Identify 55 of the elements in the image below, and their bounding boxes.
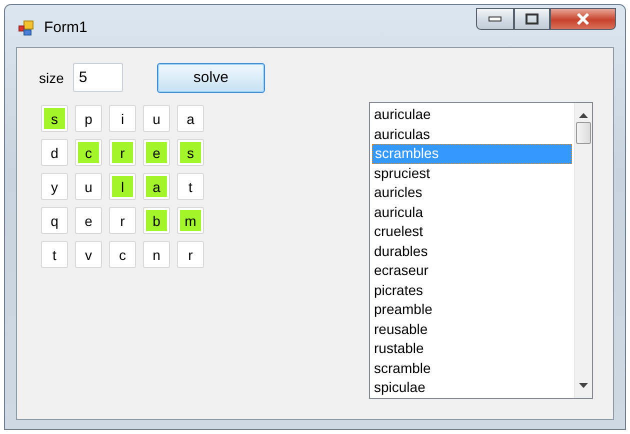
word-list-item[interactable]: picrates [372,280,572,300]
word-list-item[interactable]: auriculae [372,105,572,124]
word-list-item[interactable]: auricles [372,183,572,202]
letter-tile: u [143,105,170,132]
letter-tile: a [143,173,170,200]
solve-button[interactable]: solve [156,62,265,92]
letter-tile: i [109,105,136,132]
letter-tile: l [109,173,136,200]
minimize-icon [488,16,502,22]
letter-tile: u [75,173,102,200]
letter-tile: y [41,173,68,200]
word-list-item[interactable]: rustable [372,339,572,358]
letter-tile: m [177,207,204,234]
letter-tile: c [75,139,102,166]
letter-tile: r [109,207,136,234]
scrollbar[interactable] [574,103,592,398]
letter-tile: n [143,241,170,268]
maximize-button[interactable] [514,8,550,30]
maximize-icon [525,13,539,25]
letter-tile: r [109,139,136,166]
close-icon [575,12,591,26]
letter-tile: p [75,105,102,132]
letter-tile: c [109,241,136,268]
scroll-down-icon[interactable] [579,383,588,388]
letter-tile: s [41,105,68,132]
letter-tile: s [177,139,204,166]
letter-tile: q [41,207,68,234]
letter-tile: e [75,207,102,234]
letter-tile: e [143,139,170,166]
word-list-item[interactable]: preamble [372,300,572,320]
letter-tile: a [177,105,204,132]
word-list[interactable]: auriculae auriculas scrambles spruciest auricles auricula cruelest durables ecraseur picrates preamble reusable rustable scramble spiculae [369,102,593,399]
app-icon [18,20,34,36]
minimize-button[interactable] [476,8,514,30]
word-list-item[interactable]: spruciest [372,164,572,183]
word-list-item[interactable]: ecraseur [372,261,572,280]
word-list-item[interactable]: durables [372,242,572,261]
scroll-thumb[interactable] [576,122,591,144]
word-list-item[interactable]: reusable [372,320,572,339]
word-list-item[interactable]: cruelest [372,222,572,242]
size-label: size [39,70,64,86]
word-list-item[interactable]: spiculae [372,378,572,398]
letter-tile: d [41,139,68,166]
letter-tile: b [143,207,170,234]
word-list-item[interactable]: auricula [372,202,572,222]
letter-tile: t [41,241,68,268]
letter-tile: t [177,173,204,200]
window-title: Form1 [44,19,88,36]
close-button[interactable] [550,8,616,30]
size-field[interactable]: 5 [72,63,123,92]
scroll-up-icon[interactable] [579,113,588,118]
letter-tile: r [177,241,204,268]
word-list-item[interactable]: auriculas [372,124,572,144]
word-list-item[interactable]: scramble [372,358,572,378]
letter-tile: v [75,241,102,268]
